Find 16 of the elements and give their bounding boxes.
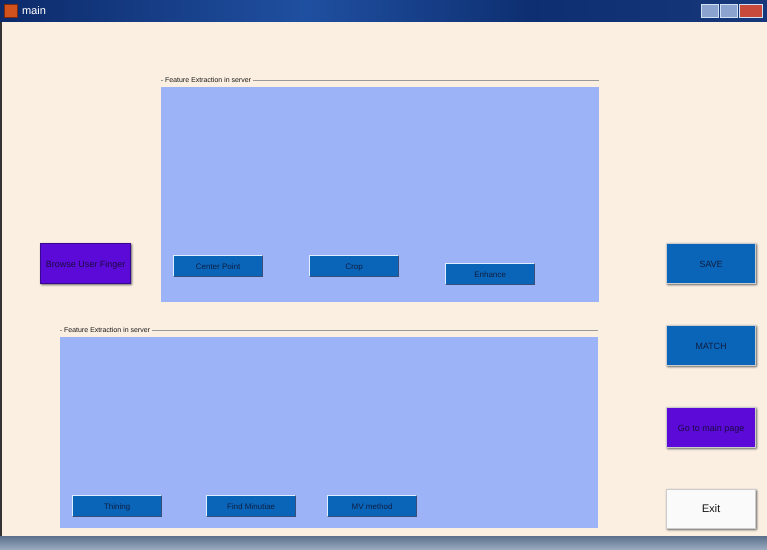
- browse-button[interactable]: Browse User Finger: [40, 243, 131, 284]
- panel-button[interactable]: MV method: [327, 495, 417, 517]
- minimize-icon[interactable]: [701, 4, 719, 18]
- side-button[interactable]: Exit: [666, 489, 756, 529]
- side-button[interactable]: Go to main page: [666, 407, 756, 448]
- app-icon: [4, 4, 18, 18]
- window-title: main: [22, 5, 46, 17]
- panel-button[interactable]: Thining: [72, 495, 162, 517]
- panel-button[interactable]: Find Minutiae: [206, 495, 296, 517]
- close-icon[interactable]: [739, 4, 763, 18]
- panel-button[interactable]: Enhance: [445, 263, 535, 285]
- panel-button[interactable]: Crop: [309, 255, 399, 277]
- maximize-icon[interactable]: [720, 4, 738, 18]
- panel-button[interactable]: Center Point: [173, 255, 263, 277]
- side-button[interactable]: SAVE: [666, 243, 756, 284]
- side-button[interactable]: MATCH: [666, 325, 756, 366]
